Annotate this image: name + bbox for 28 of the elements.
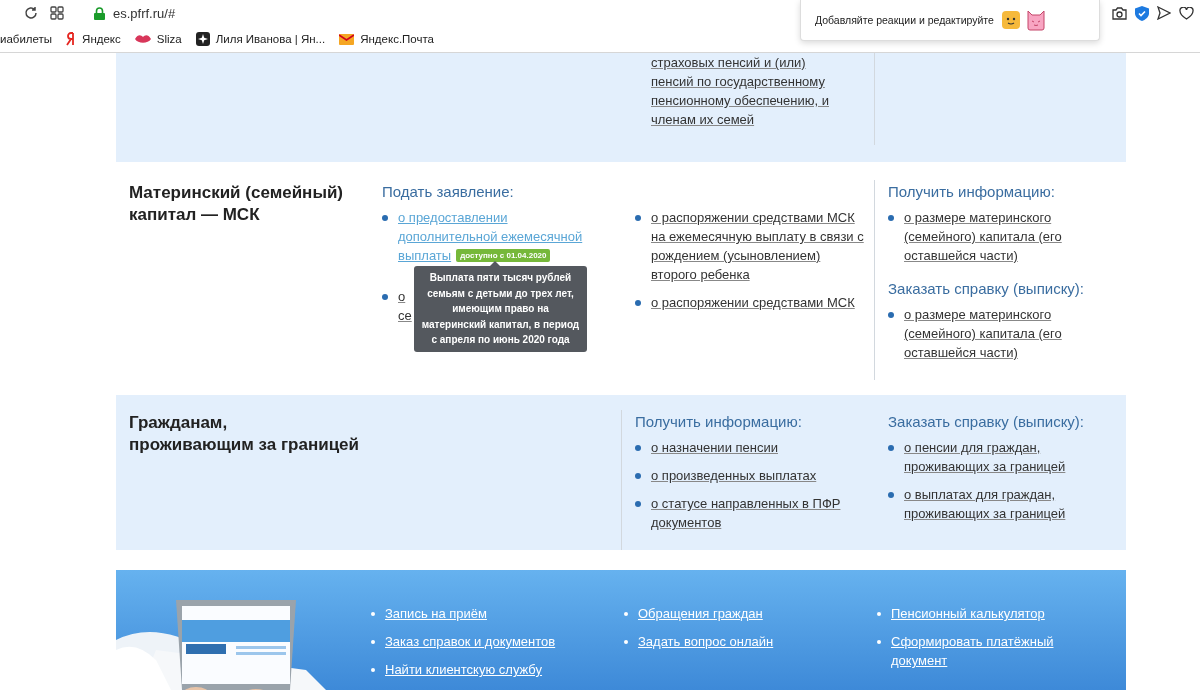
popup-text: Добавляйте реакции и редактируйте xyxy=(815,14,994,26)
link[interactable]: о распоряжении средствами МСК xyxy=(651,293,855,312)
link[interactable]: о размере материнского (семейного) капитала (его оставшейся части) xyxy=(904,305,1071,362)
link[interactable]: о пенсии для граждан, проживающих за границей xyxy=(904,438,1071,476)
link[interactable]: о назначении пенсии xyxy=(651,438,778,457)
link[interactable]: о выплатах для граждан, проживающих за границей xyxy=(904,485,1071,523)
group-heading: Получить информацию: xyxy=(888,182,1055,202)
link[interactable]: о размере материнского (семейного) капитала (его оставшейся части) xyxy=(904,208,1071,265)
bookmark[interactable]: Sliza xyxy=(156,33,182,45)
link[interactable]: страховых пенсий и (или) пенсий по государственному пенсионному обеспечению, и членам их семей xyxy=(651,53,843,129)
bookmark[interactable]: иабилеты xyxy=(0,33,53,45)
bookmark[interactable]: Лиля Иванова | Ян... xyxy=(215,33,326,45)
group-heading: Подать заявление: xyxy=(382,182,514,202)
section-title: Материнский (семейный) капитал — МСК xyxy=(129,182,344,226)
bookmark[interactable]: Яндекс.Почта xyxy=(360,33,435,45)
link[interactable]: о распоряжении средствами МСК на ежемесячную выплату в связи с рождением (усыновлением) второго ребенка xyxy=(651,208,866,284)
address-field[interactable]: es.pfrf.ru/# xyxy=(113,5,176,21)
section-title: Гражданам, проживающим за границей xyxy=(129,412,359,456)
link[interactable]: се xyxy=(398,306,412,325)
group-heading: Заказать справку (выписку): xyxy=(888,279,1085,299)
group-heading: Получить информацию: xyxy=(635,412,802,432)
link[interactable]: о произведенных выплатах xyxy=(651,466,817,485)
bookmark[interactable]: Яндекс xyxy=(82,33,121,45)
availability-badge: доступно с 01.04.2020 xyxy=(456,249,551,262)
link[interactable]: о статусе направленных в ПФР документов xyxy=(651,494,866,532)
group-heading: Заказать справку (выписку): xyxy=(888,412,1085,432)
tooltip: Выплата пяти тысяч рублей семьям с детьми до трех лет, имеющим право на материнский капитал, в период с апреля по июнь 2020 года xyxy=(414,266,587,352)
link[interactable]: о xyxy=(398,287,406,306)
